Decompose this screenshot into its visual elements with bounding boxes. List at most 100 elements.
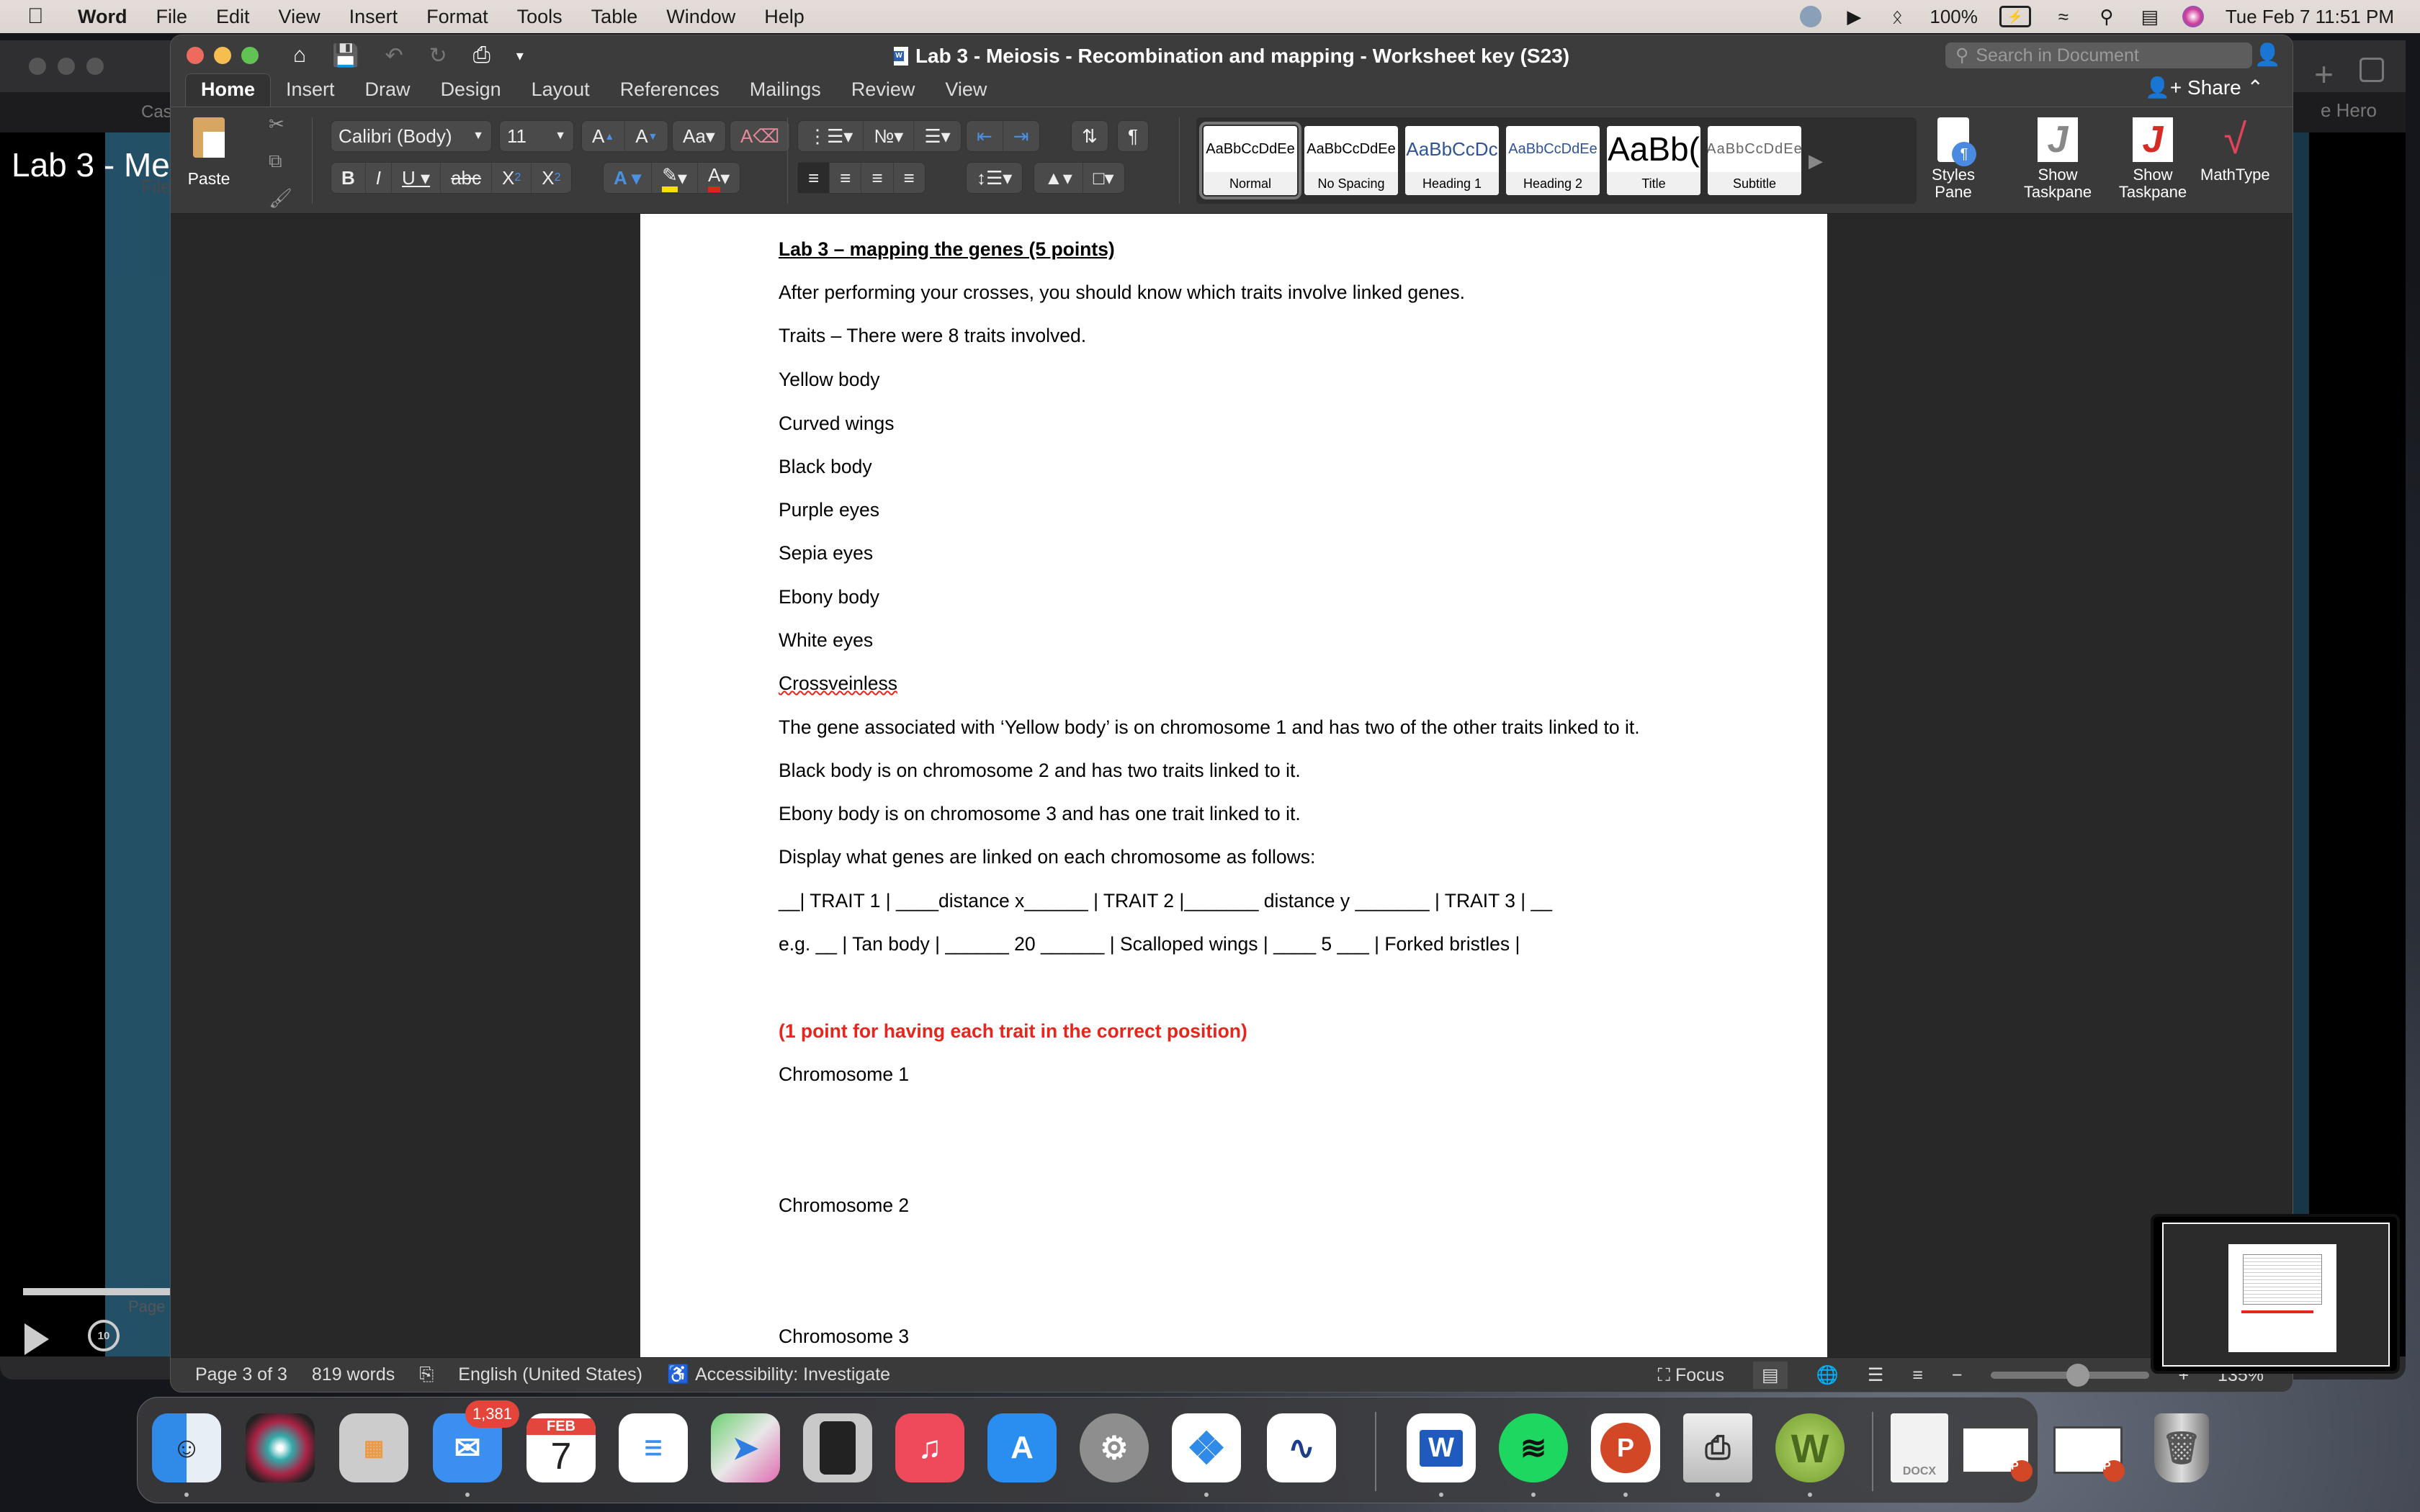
accessibility-icon[interactable]: ♿ [667,1364,689,1385]
menu-tools[interactable]: Tools [517,6,563,28]
focus-button[interactable]: ⛶ Focus [1658,1365,1725,1386]
justify-icon[interactable]: ≡ [894,163,925,193]
minimize-button[interactable] [214,47,231,64]
dock-printer[interactable]: ⎙ [1683,1413,1752,1482]
dock-music[interactable]: ♫ [895,1413,964,1482]
show-formatting-button[interactable]: ¶ [1117,120,1149,152]
print-layout-view-icon[interactable]: ▤ [1753,1362,1788,1389]
tab-view[interactable]: View [930,78,1002,107]
bg-minimize-dot[interactable] [58,58,75,75]
bullets-icon[interactable]: ⋮☰▾ [798,121,864,151]
apple-menu-icon[interactable]:  [27,4,52,29]
subscript-icon[interactable]: X2 [492,163,532,193]
dock-calculator[interactable] [803,1413,872,1482]
tab-review[interactable]: Review [836,78,931,107]
multilevel-list-icon[interactable]: ☰▾ [914,121,960,151]
style-no-spacing[interactable]: AaBbCcDdEe No Spacing [1304,126,1398,195]
style-heading-1[interactable]: AaBbCcDc Heading 1 [1405,126,1499,195]
styles-more-arrow-icon[interactable]: ▶ [1809,150,1823,172]
menu-window[interactable]: Window [666,6,735,28]
dock-docx-file[interactable]: DOCX [1891,1413,1948,1482]
zoom-slider[interactable] [1991,1364,2150,1387]
tab-layout[interactable]: Layout [516,78,605,107]
proofing-icon[interactable]: ⎘ [419,1364,434,1385]
draft-view-icon[interactable]: ≡ [1912,1365,1923,1386]
paste-button[interactable]: Paste [184,117,234,189]
dock-safari[interactable]: ❖ [1172,1413,1241,1482]
save-icon[interactable]: 💾 [332,43,359,68]
language-indicator[interactable]: English (United States) [458,1364,642,1385]
redo-icon[interactable]: ↻ [429,43,447,68]
dock-siri[interactable] [246,1413,315,1482]
share-button[interactable]: 👤+ Share ⌃ [2145,76,2264,99]
italic-icon[interactable]: I [366,163,393,193]
menu-view[interactable]: View [279,6,321,28]
dock-trash[interactable]: 🗑 [2154,1413,2209,1482]
wifi-icon[interactable]: ≈ [2053,6,2074,27]
style-title[interactable]: AaBb( Title [1607,126,1700,195]
dock-spotify[interactable]: ≋ [1499,1413,1568,1482]
dock-pptx-file-1[interactable]: P [1961,1426,2033,1482]
decrease-font-size-icon[interactable]: A ▼ [625,121,668,151]
font-name-dropdown[interactable]: Calibri (Body) ▼ [331,120,492,152]
zoom-out-icon[interactable]: − [1952,1365,1963,1386]
menu-insert[interactable]: Insert [349,6,398,28]
print-icon[interactable]: ⎙ [473,43,490,68]
play-icon[interactable] [24,1323,49,1355]
bg-tab-right-label[interactable]: e Hero [2321,99,2377,122]
line-spacing-button[interactable]: ↕☰▾ [966,162,1023,194]
customize-toolbar-icon[interactable]: ▾ [516,47,524,65]
style-heading-2[interactable]: AaBbCcDdEe Heading 2 [1506,126,1600,195]
search-in-document-input[interactable]: ⚲ Search in Document [1945,42,2252,68]
dock-wrike[interactable]: W [1775,1413,1845,1482]
change-case-button[interactable]: Aa▾ [672,120,726,152]
font-color-icon[interactable]: A ▾ [698,163,740,193]
web-layout-view-icon[interactable]: 🌐 [1816,1365,1839,1386]
dock-mail[interactable]: ✉ 1,381 [433,1400,519,1482]
screen-record-icon[interactable] [1800,6,1822,27]
highlight-color-icon[interactable]: ✎ ▾ [652,163,698,193]
dock-powerpoint[interactable]: P [1591,1413,1660,1482]
dock-pptx-file-2[interactable]: P [2053,1426,2125,1482]
spotlight-search-icon[interactable]: ⚲ [2096,6,2118,27]
underline-icon[interactable]: U ▾ [392,163,442,193]
dock-app-store[interactable]: A [987,1413,1057,1482]
dock-system-preferences[interactable]: ⚙ [1080,1413,1149,1482]
menu-help[interactable]: Help [764,6,805,28]
style-subtitle[interactable]: AaBbCcDdEe Subtitle [1708,126,1801,195]
rewind-10-icon[interactable]: 10 [88,1320,120,1351]
align-right-icon[interactable]: ≡ [861,163,894,193]
clear-formatting-button[interactable]: A⌫ [730,120,791,152]
dock-maps[interactable]: ➤ [711,1413,780,1482]
styles-pane-button[interactable]: ¶ Styles Pane [1928,117,1978,201]
control-center-icon[interactable]: ▤ [2139,6,2161,27]
superscript-icon[interactable]: X2 [532,163,570,193]
outline-view-icon[interactable]: ☰ [1868,1364,1883,1386]
menu-table[interactable]: Table [591,6,638,28]
strikethrough-icon[interactable]: abc [441,163,492,193]
decrease-indent-icon[interactable]: ⇤ [967,121,1003,151]
battery-charging-icon[interactable]: ⚡ [1999,6,2031,27]
menu-format[interactable]: Format [426,6,488,28]
dock-freeform[interactable]: ∿ [1267,1413,1336,1482]
menu-file[interactable]: File [156,6,188,28]
word-count[interactable]: 819 words [312,1364,395,1385]
bg-zoom-dot[interactable] [86,58,104,75]
dock-calendar[interactable]: FEB 7 [526,1413,596,1482]
bluetooth-icon[interactable]: ᛟ [1886,6,1908,27]
shading-icon[interactable]: ▲▾ [1034,163,1083,193]
tab-mailings[interactable]: Mailings [735,78,836,107]
dock-microsoft-word[interactable]: W [1407,1413,1476,1482]
document-page[interactable]: Lab 3 – mapping the genes (5 points) Aft… [640,214,1827,1359]
menu-edit[interactable]: Edit [216,6,250,28]
dock-launchpad[interactable]: ▦ [339,1413,408,1482]
menu-clock[interactable]: Tue Feb 7 11:51 PM [2226,6,2394,28]
numbering-icon[interactable]: №▾ [864,121,915,151]
bold-icon[interactable]: B [331,163,366,193]
align-left-icon[interactable]: ≡ [798,163,830,193]
tab-overview-icon[interactable] [2360,58,2384,82]
screenshot-thumbnail[interactable] [2151,1214,2400,1374]
now-playing-icon[interactable]: ▶ [1843,6,1865,27]
align-center-icon[interactable]: ≡ [830,163,862,193]
copy-icon[interactable]: ⧉ [269,150,292,173]
